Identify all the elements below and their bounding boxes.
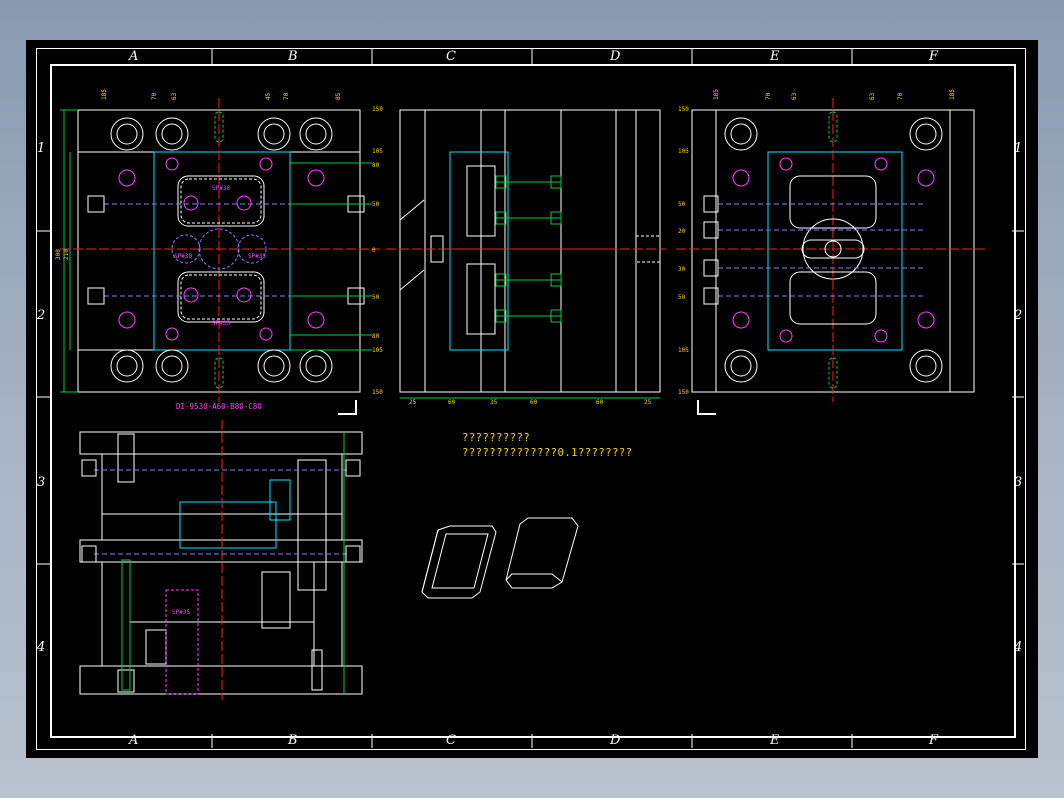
part-code-label: DI-9530-A60-B80-C80 <box>176 402 262 411</box>
side-dim-r-7: 105 <box>678 347 689 354</box>
side-dim-l-4: 50 <box>372 201 380 208</box>
top-dim-r-2: 70 <box>765 92 772 100</box>
side-dim-r-8: 150 <box>678 389 689 396</box>
side-dim-r-4: 20 <box>678 228 686 235</box>
side-dim-l-1: 150 <box>372 106 383 113</box>
sprue-label-3: SP#35 <box>248 253 266 260</box>
top-dim-r-6: 185 <box>949 89 956 100</box>
sprue-label-1: SP#38 <box>212 185 230 192</box>
overall-dim-2: 210 <box>63 249 70 260</box>
top-dim-l-3: 63 <box>171 92 178 100</box>
section-dim-4: 60 <box>530 399 538 406</box>
side-dim-r-2: 105 <box>678 148 689 155</box>
section-dim-6: 25 <box>644 399 652 406</box>
side-dim-l-8: 105 <box>372 347 383 354</box>
side-dim-l-2: 105 <box>372 148 383 155</box>
section-dim-2: 60 <box>448 399 456 406</box>
moving-half-plan-view <box>676 98 988 415</box>
top-dim-r-1: 185 <box>713 89 720 100</box>
top-dim-l-4: 45 <box>265 92 272 100</box>
top-dim-l-5: 70 <box>283 92 290 100</box>
section-dim-1: 25 <box>409 399 417 406</box>
top-dim-r-5: 70 <box>897 92 904 100</box>
side-dim-l-7: 80 <box>372 333 380 340</box>
sprue-label-2: SP#30 <box>174 253 192 260</box>
top-dim-l-2: 70 <box>151 92 158 100</box>
fixed-half-plan-view <box>60 98 380 415</box>
side-dim-l-5: 0 <box>372 247 376 254</box>
sprue-label-5: SP#35 <box>172 609 190 616</box>
drawing-sheet: A B C D E F A B C D E F 1 2 3 4 1 2 3 4 … <box>26 40 1038 758</box>
side-dim-l-9: 150 <box>372 389 383 396</box>
side-dim-r-6: 50 <box>678 294 686 301</box>
cad-drawing-canvas: SP#38 SP#30 SP#35 SP#35 300 210 185 70 6… <box>36 48 1024 748</box>
side-dim-l-3: 80 <box>372 162 380 169</box>
part-isometric-views <box>421 517 579 599</box>
overall-dim-1: 300 <box>55 249 62 260</box>
section-dim-3: 35 <box>490 399 498 406</box>
side-section-view <box>79 420 363 700</box>
side-dim-r-3: 50 <box>678 201 686 208</box>
top-dim-r-3: 63 <box>791 92 798 100</box>
top-dim-l-6: 85 <box>335 92 342 100</box>
top-dim-r-4: 63 <box>869 92 876 100</box>
section-view-center <box>386 109 666 399</box>
top-dim-l-1: 185 <box>101 89 108 100</box>
section-dim-5: 60 <box>596 399 604 406</box>
side-dim-l-6: 50 <box>372 294 380 301</box>
sprue-label-4: SP#35 <box>212 320 230 327</box>
side-dim-r-1: 150 <box>678 106 689 113</box>
side-dim-r-5: 30 <box>678 266 686 273</box>
